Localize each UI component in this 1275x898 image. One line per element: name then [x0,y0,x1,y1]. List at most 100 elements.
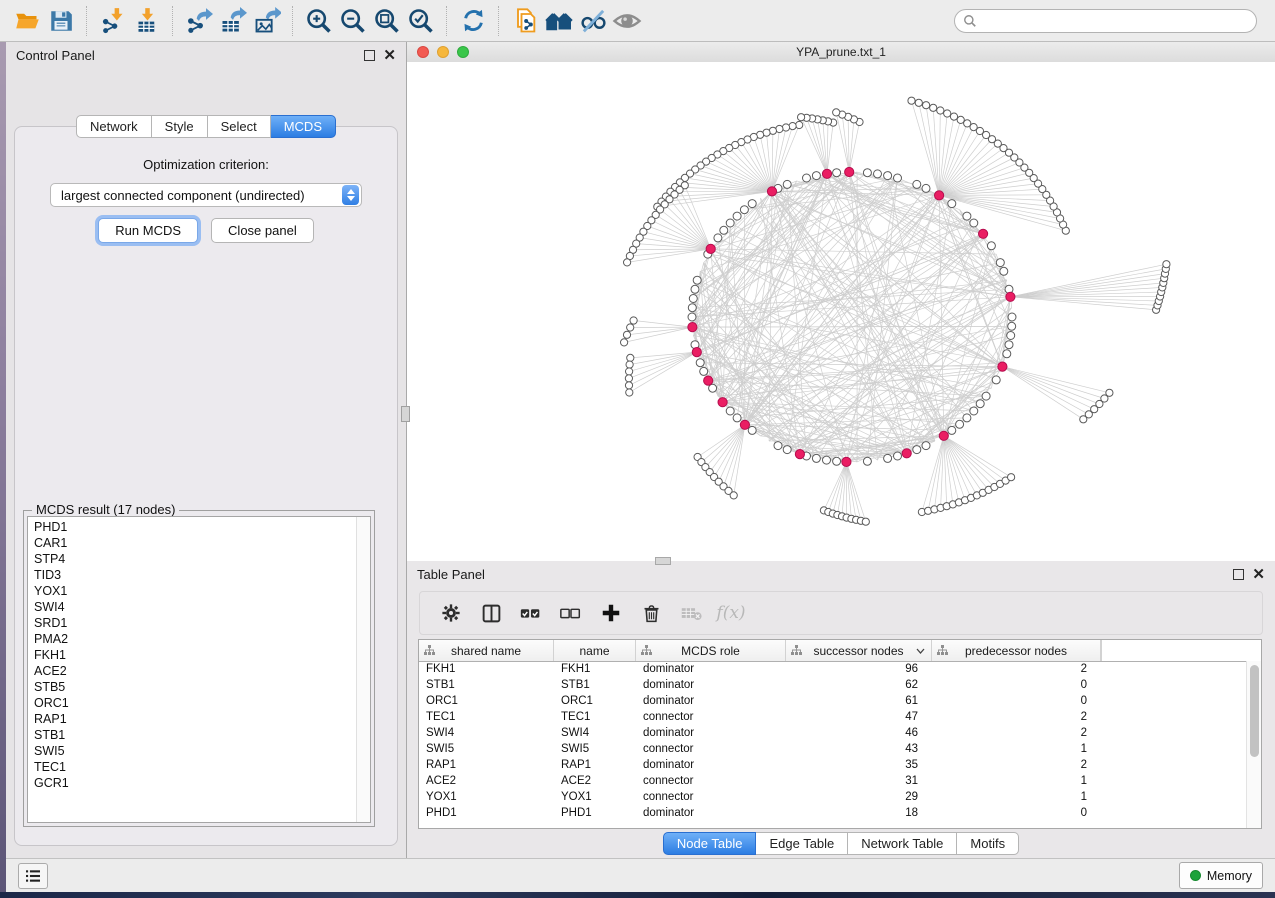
column-header-name[interactable]: name [554,640,636,661]
add-column-button[interactable] [596,598,626,628]
list-item[interactable]: TID3 [34,567,370,583]
horizontal-splitter-handle[interactable] [655,557,671,565]
new-network-from-selection-button[interactable] [508,5,542,37]
search-field[interactable] [954,9,1257,33]
table-row[interactable]: ORC1ORC1dominator610 [419,693,1247,709]
cell-successor_nodes: 47 [786,711,932,723]
cell-shared_name: RAP1 [419,759,554,771]
cell-successor_nodes: 96 [786,663,932,675]
hide-selected-button[interactable] [576,5,610,37]
save-session-button[interactable] [44,5,78,37]
list-item[interactable]: CAR1 [34,535,370,551]
column-header-mcds-role[interactable]: MCDS role [636,640,786,661]
list-item[interactable]: STP4 [34,551,370,567]
table-row[interactable]: PHD1PHD1dominator180 [419,805,1247,821]
zoom-fit-button[interactable] [370,5,404,37]
table-tabs: Node TableEdge TableNetwork TableMotifs [407,832,1275,855]
network-canvas[interactable] [407,62,1275,561]
tab-select[interactable]: Select [208,115,271,138]
cell-name: RAP1 [554,759,636,771]
run-mcds-button[interactable]: Run MCDS [98,218,198,243]
cell-name: ACE2 [554,775,636,787]
list-item[interactable]: RAP1 [34,711,370,727]
network-graph[interactable] [407,62,1275,561]
mcds-result-list[interactable]: PHD1CAR1STP4TID3YOX1SWI4SRD1PMA2FKH1ACE2… [27,516,371,823]
import-table-button[interactable] [130,5,164,37]
search-input[interactable] [977,13,1248,29]
list-item[interactable]: TEC1 [34,759,370,775]
column-header-shared-name[interactable]: shared name [419,640,554,661]
table-row[interactable]: RAP1RAP1dominator352 [419,757,1247,773]
vertical-splitter-handle[interactable] [401,406,410,422]
tab-style[interactable]: Style [152,115,208,138]
table-row[interactable]: STB1STB1dominator620 [419,677,1247,693]
delete-column-button[interactable] [636,598,666,628]
close-panel-icon[interactable]: ✕ [1252,570,1265,579]
zoom-in-button[interactable] [302,5,336,37]
export-image-button[interactable] [250,5,284,37]
zoom-selected-button[interactable] [404,5,438,37]
list-item[interactable]: ACE2 [34,663,370,679]
function-builder-button-disabled: f(x) [716,598,746,628]
list-item[interactable]: GCR1 [34,775,370,791]
list-item[interactable]: SWI5 [34,743,370,759]
column-header-successor-nodes[interactable]: successor nodes [786,640,932,661]
list-item[interactable]: YOX1 [34,583,370,599]
mcds-result-groupbox: MCDS result (17 nodes) PHD1CAR1STP4TID3Y… [23,510,375,827]
table-row[interactable]: FKH1FKH1dominator962 [419,661,1247,677]
list-item[interactable]: STB1 [34,727,370,743]
zoom-out-button[interactable] [336,5,370,37]
tab-node-table[interactable]: Node Table [663,832,757,855]
cell-name: YOX1 [554,791,636,803]
cell-shared_name: FKH1 [419,663,554,675]
export-network-button[interactable] [182,5,216,37]
optimization-criterion-label: Optimization criterion: [15,157,397,172]
refresh-view-button[interactable] [456,5,490,37]
float-panel-icon[interactable] [364,50,375,61]
cell-predecessor_nodes: 2 [932,759,1101,771]
application-window: Control Panel ✕ NetworkStyleSelectMCDS O… [0,0,1275,898]
mcds-list-scrollbar[interactable] [356,517,370,822]
table-row[interactable]: YOX1YOX1connector291 [419,789,1247,805]
close-panel-icon[interactable]: ✕ [383,51,396,60]
zoom-selected-icon [407,7,435,35]
list-item[interactable]: PMA2 [34,631,370,647]
show-hidden-button[interactable] [610,5,644,37]
tab-motifs[interactable]: Motifs [957,832,1019,855]
list-item[interactable]: PHD1 [34,519,370,535]
criterion-dropdown[interactable]: largest connected component (undirected) [50,183,362,207]
gear-icon [440,602,462,624]
show-columns-button[interactable] [476,598,506,628]
trash-icon [641,603,662,624]
list-item[interactable]: ORC1 [34,695,370,711]
table-row[interactable]: SWI4SWI4dominator462 [419,725,1247,741]
list-item[interactable]: SWI4 [34,599,370,615]
task-history-button[interactable] [18,863,48,889]
mcds-result-items: PHD1CAR1STP4TID3YOX1SWI4SRD1PMA2FKH1ACE2… [28,517,370,791]
deselect-all-button[interactable] [556,598,586,628]
column-header-predecessor-nodes[interactable]: predecessor nodes [932,640,1101,661]
table-settings-button[interactable] [436,598,466,628]
float-panel-icon[interactable] [1233,569,1244,580]
list-item[interactable]: FKH1 [34,647,370,663]
tab-network-table[interactable]: Network Table [848,832,957,855]
list-item[interactable]: SRD1 [34,615,370,631]
table-row[interactable]: SWI5SWI5connector431 [419,741,1247,757]
open-file-button[interactable] [10,5,44,37]
table-scrollbar-thumb[interactable] [1250,665,1259,757]
list-item[interactable]: STB5 [34,679,370,695]
memory-button[interactable]: Memory [1179,862,1263,889]
first-neighbors-button[interactable] [542,5,576,37]
tab-mcds[interactable]: MCDS [271,115,336,138]
tab-network[interactable]: Network [76,115,152,138]
export-image-icon [253,7,281,35]
table-row[interactable]: ACE2ACE2connector311 [419,773,1247,789]
import-network-button[interactable] [96,5,130,37]
table-scrollbar[interactable] [1246,661,1261,828]
table-row[interactable]: TEC1TEC1connector472 [419,709,1247,725]
export-table-button[interactable] [216,5,250,37]
tab-edge-table[interactable]: Edge Table [756,832,848,855]
memory-status-icon [1190,870,1201,881]
select-all-button[interactable] [516,598,546,628]
close-panel-button[interactable]: Close panel [211,218,314,243]
